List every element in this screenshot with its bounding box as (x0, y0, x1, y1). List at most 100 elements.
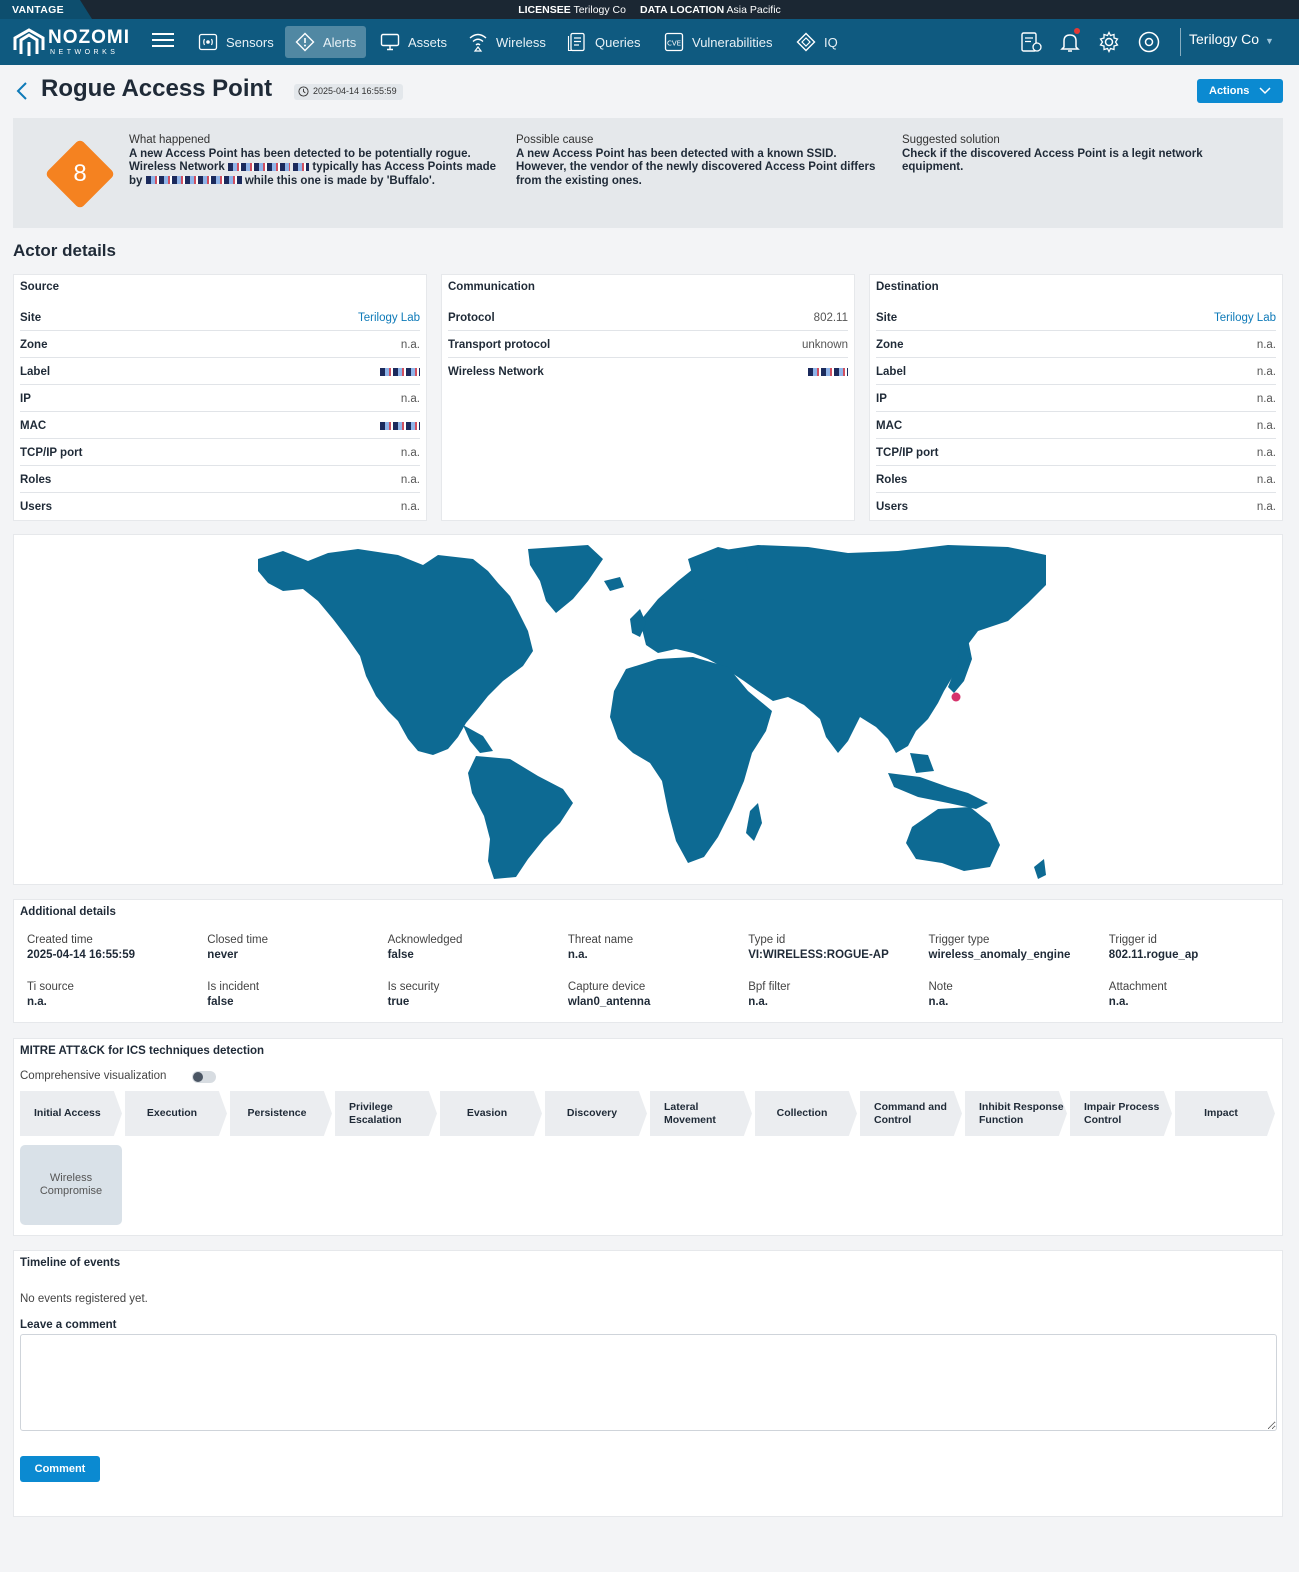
comprehensive-visualization-toggle[interactable] (192, 1071, 216, 1083)
back-arrow-icon[interactable] (14, 81, 30, 101)
nav-vulnerabilities[interactable]: CVE Vulnerabilities (654, 26, 782, 58)
detail-field: Is security true (388, 981, 440, 1008)
redacted-value (145, 176, 242, 185)
field-value: n.a. (27, 996, 47, 1008)
redacted-value (380, 421, 420, 430)
detail-value[interactable]: Terilogy Lab (1214, 312, 1276, 324)
main-nav: NOZOMI NETWORKS Sensors Alerts Assets Wi… (0, 19, 1299, 65)
detail-row: TCP/IP port n.a. (20, 439, 420, 466)
cve-icon: CVE (664, 32, 684, 52)
detail-key: Protocol (448, 312, 495, 324)
nav-sensors[interactable]: Sensors (188, 26, 284, 58)
field-label: Type id (748, 934, 786, 946)
licensee-value: Terilogy Co (573, 4, 626, 16)
detail-row: Protocol 802.11 (448, 304, 848, 331)
nav-assets[interactable]: Assets (370, 26, 457, 58)
detail-value: n.a. (400, 501, 420, 513)
detail-value: 802.11 (813, 312, 848, 324)
field-value: 802.11.rogue_ap (1108, 949, 1199, 961)
detail-key: Label (876, 366, 907, 378)
world-map[interactable] (248, 541, 1048, 879)
tactic-execution[interactable]: Execution (125, 1091, 227, 1136)
detail-value (808, 366, 848, 378)
tactic-lateral-movement[interactable]: Lateral Movement (650, 1091, 752, 1136)
nav-alerts[interactable]: Alerts (285, 26, 367, 58)
detail-key: Site (876, 312, 898, 324)
detail-field: Threat name n.a. (568, 934, 633, 961)
actions-button[interactable]: Actions (1197, 79, 1283, 103)
tactic-initial-access[interactable]: Initial Access (20, 1091, 122, 1136)
notification-dot (1074, 28, 1080, 34)
tactic-command-and-control[interactable]: Command and Control (860, 1091, 962, 1136)
alert-icon (295, 32, 315, 52)
tactic-impact[interactable]: Impact (1175, 1091, 1275, 1136)
technique-wireless-compromise[interactable]: Wireless Compromise (20, 1145, 122, 1225)
land-masses (258, 545, 1046, 879)
detail-row: Roles n.a. (20, 466, 420, 493)
detail-value: n.a. (1256, 339, 1276, 351)
detail-key: Site (20, 312, 42, 324)
tactic-persistence[interactable]: Persistence (230, 1091, 332, 1136)
detail-value: n.a. (400, 474, 420, 486)
field-value: false (207, 996, 234, 1008)
detail-key: TCP/IP port (876, 447, 939, 459)
detail-value[interactable]: Terilogy Lab (358, 312, 420, 324)
detail-key: MAC (20, 420, 47, 432)
detail-field: Is incident false (207, 981, 259, 1008)
nav-iq[interactable]: IQ (786, 26, 848, 58)
comment-label: Leave a comment (20, 1319, 117, 1331)
detail-field: Trigger id 802.11.rogue_ap (1109, 934, 1199, 961)
field-label: Note (928, 981, 953, 993)
nav-queries[interactable]: Queries (557, 26, 651, 58)
tactic-collection[interactable]: Collection (755, 1091, 857, 1136)
detail-row: Site Terilogy Lab (876, 304, 1276, 331)
tactic-evasion[interactable]: Evasion (440, 1091, 542, 1136)
detail-row: Zone n.a. (876, 331, 1276, 358)
comment-input[interactable] (20, 1334, 1277, 1431)
field-label: Is security (387, 981, 440, 993)
nozomi-logo[interactable]: NOZOMI NETWORKS (12, 26, 132, 58)
detail-field: Trigger type wireless_anomaly_engine (929, 934, 1071, 961)
field-value: n.a. (928, 996, 949, 1008)
detail-key: Roles (876, 474, 908, 486)
detail-row: Transport protocol unknown (448, 331, 848, 358)
detail-value: n.a. (1256, 474, 1276, 486)
detail-field: Attachment n.a. (1109, 981, 1167, 1008)
gear-icon[interactable] (1097, 30, 1121, 54)
empty-timeline-text: No events registered yet. (20, 1293, 148, 1305)
detail-row: Roles n.a. (876, 466, 1276, 493)
mitre-panel: MITRE ATT&CK for ICS techniques detectio… (13, 1038, 1283, 1236)
location-value: Asia Pacific (726, 4, 781, 16)
tactic-discovery[interactable]: Discovery (545, 1091, 647, 1136)
nav-wireless[interactable]: Wireless (458, 26, 556, 58)
world-map-panel (13, 534, 1283, 885)
chevron-down-icon (1259, 87, 1271, 95)
field-label: Is incident (207, 981, 260, 993)
detail-key: Wireless Network (448, 366, 544, 378)
comment-button[interactable]: Comment (20, 1456, 100, 1482)
field-value: n.a. (748, 996, 768, 1008)
detail-row: IP n.a. (876, 385, 1276, 412)
detail-key: Zone (20, 339, 48, 351)
detail-key: Zone (876, 339, 904, 351)
additional-details-panel: Additional details Created time 2025-04-1… (13, 899, 1283, 1023)
user-circle-icon[interactable] (1137, 30, 1161, 54)
top-info-bar: VANTAGE LICENSEE Terilogy Co DATA LOCATIO… (0, 0, 1299, 19)
license-info: LICENSEE Terilogy Co DATA LOCATION Asia P… (518, 4, 781, 16)
detail-key: TCP/IP port (20, 447, 83, 459)
suggested-solution: Suggested solution Check if the discover… (902, 134, 1203, 173)
field-label: Trigger type (928, 934, 990, 946)
menu-icon[interactable] (152, 33, 174, 51)
report-sync-icon[interactable] (1019, 30, 1043, 54)
detail-value: n.a. (400, 447, 420, 459)
tactic-inhibit-response-function[interactable]: Inhibit Response Function (965, 1091, 1067, 1136)
detail-row: Zone n.a. (20, 331, 420, 358)
tenant-selector[interactable]: Terilogy Co ▼ (1180, 28, 1274, 56)
detail-field: Note n.a. (929, 981, 953, 1008)
redacted-value (808, 367, 848, 376)
detail-field: Capture device wlan0_antenna (568, 981, 650, 1008)
notifications-button[interactable] (1058, 28, 1082, 54)
tactic-privilege-escalation[interactable]: Privilege Escalation (335, 1091, 437, 1136)
field-value: true (387, 996, 410, 1008)
tactic-impair-process-control[interactable]: Impair Process Control (1070, 1091, 1172, 1136)
